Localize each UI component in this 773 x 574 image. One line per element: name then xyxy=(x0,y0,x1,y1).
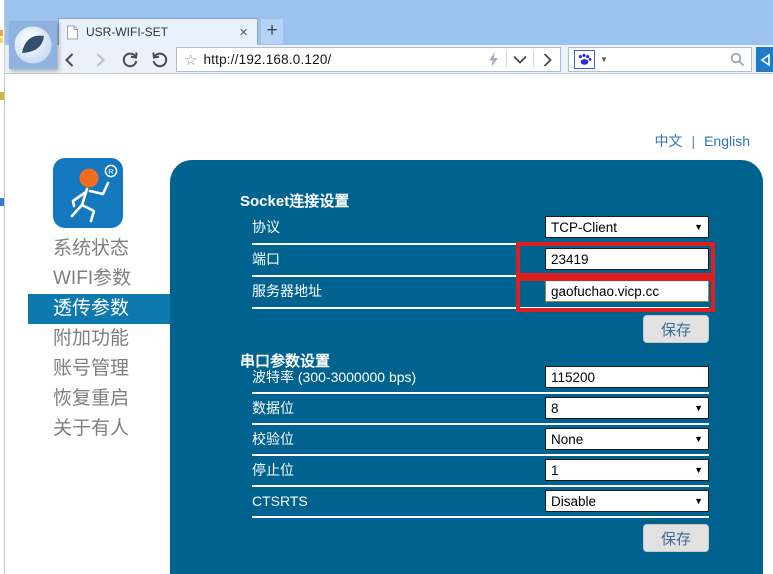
port-row: 端口 xyxy=(252,248,709,272)
lang-chinese-link[interactable]: 中文 xyxy=(654,131,682,151)
socket-save-button[interactable]: 保存 xyxy=(643,315,709,343)
search-icon[interactable] xyxy=(730,52,745,67)
chevron-down-icon[interactable] xyxy=(507,48,533,71)
refresh-icon[interactable] xyxy=(120,50,139,69)
new-tab-button[interactable]: + xyxy=(261,19,283,44)
ctsrts-row: CTSRTS Disable ▼ xyxy=(252,490,709,514)
parity-row: 校验位 None ▼ xyxy=(252,428,709,452)
select-caret-icon: ▼ xyxy=(694,434,703,444)
protocol-select[interactable]: TCP-Client ▼ xyxy=(545,216,709,238)
baud-rate-input[interactable] xyxy=(545,366,709,388)
browser-tab[interactable]: USR-WIFI-SET × xyxy=(58,18,258,45)
stop-bits-row: 停止位 1 ▼ xyxy=(252,459,709,483)
svg-text:R: R xyxy=(108,167,114,176)
select-caret-icon: ▼ xyxy=(694,465,703,475)
browser-logo-icon xyxy=(13,25,53,65)
tab-close-icon[interactable]: × xyxy=(239,25,248,40)
baud-rate-row: 波特率 (300-3000000 bps) xyxy=(252,366,709,390)
tab-title: USR-WIFI-SET xyxy=(86,25,235,39)
sidebar-item-wifi-params[interactable]: WIFI参数 xyxy=(28,264,170,294)
select-caret-icon: ▼ xyxy=(694,496,703,506)
row-divider xyxy=(252,275,709,277)
stop-bits-select[interactable]: 1 ▼ xyxy=(545,459,709,481)
search-input[interactable] xyxy=(608,48,730,71)
server-address-row: 服务器地址 xyxy=(252,280,709,304)
sidebar-item-account-manage[interactable]: 账号管理 xyxy=(28,354,170,384)
port-input[interactable] xyxy=(545,248,709,270)
go-icon[interactable] xyxy=(534,48,560,71)
row-divider xyxy=(252,243,709,245)
ctsrts-select[interactable]: Disable ▼ xyxy=(545,490,709,512)
data-bits-select[interactable]: 8 ▼ xyxy=(545,397,709,419)
forward-icon[interactable] xyxy=(90,50,109,69)
lang-english-link[interactable]: English xyxy=(704,133,750,149)
port-label: 端口 xyxy=(252,251,280,267)
protocol-label: 协议 xyxy=(252,219,280,235)
url-text: http://192.168.0.120/ xyxy=(203,52,331,67)
search-box[interactable]: ▼ xyxy=(568,47,752,72)
select-caret-icon: ▼ xyxy=(694,403,703,413)
sidebar-item-transparent-params[interactable]: 透传参数 xyxy=(28,294,170,324)
undo-icon[interactable] xyxy=(150,50,169,69)
row-divider xyxy=(252,423,709,425)
data-bits-label: 数据位 xyxy=(252,400,294,416)
row-divider xyxy=(252,454,709,456)
sidebar-item-restore-restart[interactable]: 恢复重启 xyxy=(28,384,170,414)
search-engine-caret-icon[interactable]: ▼ xyxy=(600,55,608,64)
address-bar[interactable]: ☆ http://192.168.0.120/ xyxy=(176,47,561,72)
sidebar-menu: 系统状态 WIFI参数 透传参数 附加功能 账号管理 恢复重启 关于有人 xyxy=(28,234,170,444)
row-divider xyxy=(252,392,709,394)
language-switch: 中文 | English xyxy=(654,131,750,151)
protocol-row: 协议 TCP-Client ▼ xyxy=(252,216,709,240)
sidebar-item-system-status[interactable]: 系统状态 xyxy=(28,234,170,264)
parity-select[interactable]: None ▼ xyxy=(545,428,709,450)
search-engine-paw-icon[interactable] xyxy=(574,50,595,69)
side-panel-icon[interactable] xyxy=(756,47,773,72)
browser-menu-button[interactable] xyxy=(9,21,57,69)
settings-panel: Socket连接设置 协议 TCP-Client ▼ 端口 服务器地址 保存 串… xyxy=(170,160,763,574)
stop-bits-label: 停止位 xyxy=(252,462,294,478)
page-icon xyxy=(66,25,79,40)
row-divider xyxy=(252,307,709,309)
sidebar-item-about[interactable]: 关于有人 xyxy=(28,414,170,444)
socket-section-title: Socket连接设置 xyxy=(240,190,349,211)
server-address-label: 服务器地址 xyxy=(252,283,322,299)
usr-logo: R xyxy=(53,158,123,228)
select-caret-icon: ▼ xyxy=(694,222,703,232)
lightning-icon[interactable] xyxy=(480,48,506,71)
server-address-input[interactable] xyxy=(545,280,709,302)
baud-rate-label: 波特率 (300-3000000 bps) xyxy=(252,369,416,385)
back-icon[interactable] xyxy=(60,50,79,69)
bookmark-star-icon[interactable]: ☆ xyxy=(184,51,197,69)
serial-save-button[interactable]: 保存 xyxy=(643,524,709,552)
lang-divider: | xyxy=(691,133,695,149)
row-divider xyxy=(252,516,709,518)
data-bits-row: 数据位 8 ▼ xyxy=(252,397,709,421)
row-divider xyxy=(252,485,709,487)
parity-label: 校验位 xyxy=(252,431,294,447)
ctsrts-label: CTSRTS xyxy=(252,493,308,509)
window-border xyxy=(4,0,5,574)
sidebar-item-extra-functions[interactable]: 附加功能 xyxy=(28,324,170,354)
